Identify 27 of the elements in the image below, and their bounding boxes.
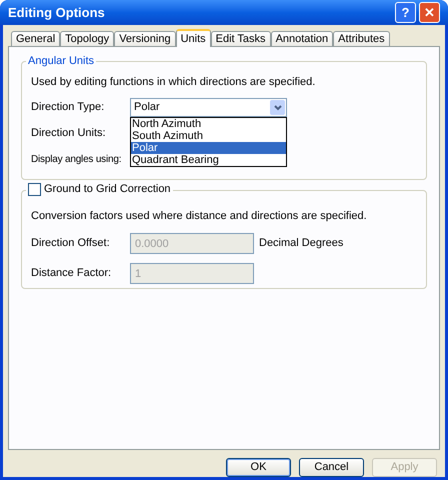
dialog-button[interactable]: OK — [226, 458, 291, 477]
direction-type-combo[interactable]: Polar — [130, 98, 287, 117]
tab[interactable]: Annotation — [270, 31, 334, 46]
dropdown-option[interactable]: South Azimuth — [131, 130, 286, 142]
dropdown-option[interactable]: Quadrant Bearing — [131, 154, 286, 166]
dropdown-option[interactable]: North Azimuth — [131, 118, 286, 130]
tab[interactable]: Versioning — [114, 31, 176, 46]
window-title: Editing Options — [8, 4, 106, 22]
field-label: Distance Factor: — [31, 266, 112, 282]
field-label: Display angles using: — [31, 153, 122, 167]
tab[interactable]: Edit Tasks — [210, 31, 271, 46]
field-label: Direction Units: — [31, 126, 106, 142]
description: Used by editing functions in which directions are specified. — [31, 75, 316, 90]
field-label: Direction Type: — [31, 100, 106, 116]
field-label: Direction Offset: — [31, 236, 111, 252]
tab[interactable]: Units — [176, 29, 211, 47]
dropdown-option[interactable]: Polar — [131, 142, 286, 154]
group-title: Angular Units — [26, 55, 96, 68]
tab[interactable]: Topology — [60, 31, 114, 46]
unit-label: Decimal Degrees — [259, 236, 344, 252]
description: Conversion factors used where distance and directions are specified. — [31, 209, 368, 224]
dialog-button[interactable]: Cancel — [299, 458, 364, 477]
tab[interactable]: Attributes — [333, 31, 390, 46]
tab[interactable]: General — [11, 31, 60, 46]
close-button[interactable]: ✕ — [419, 2, 440, 23]
help-button[interactable]: ? — [395, 2, 416, 23]
ground-to-grid-checkbox[interactable]: Ground to Grid Correction — [26, 183, 173, 196]
